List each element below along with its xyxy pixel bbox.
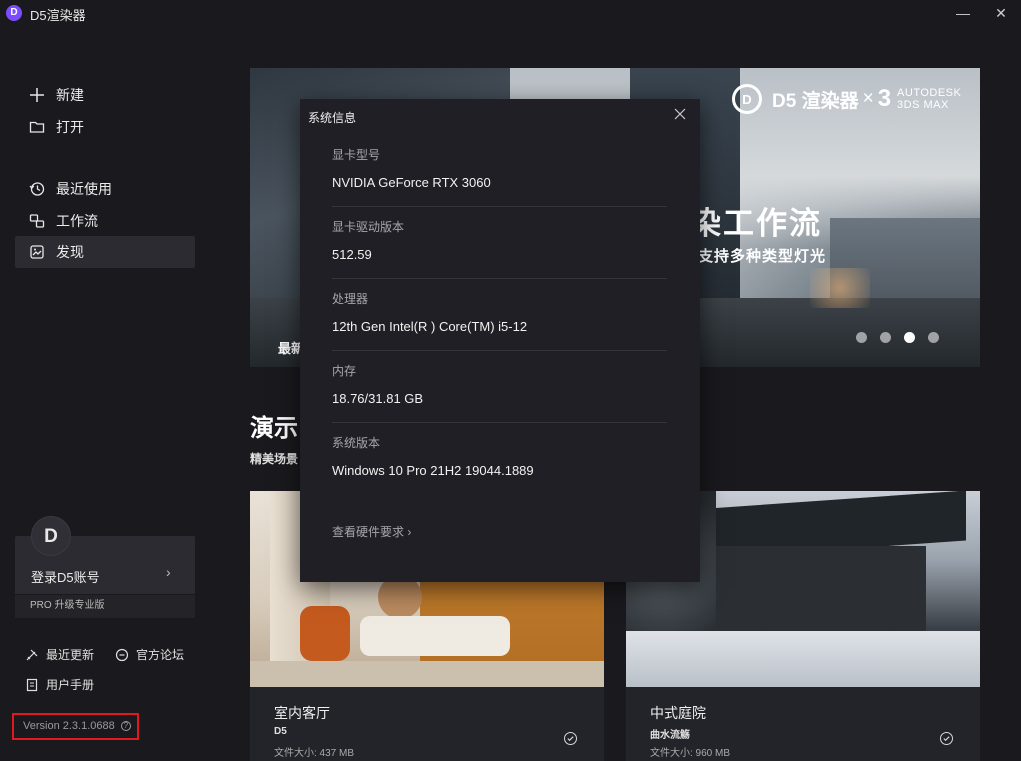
discover-icon	[28, 243, 46, 261]
sidebar-item-label: 打开	[56, 119, 84, 135]
card-title: 室内客厅	[274, 705, 330, 721]
close-icon[interactable]	[673, 107, 687, 121]
sidebar-item-open[interactable]: 打开	[15, 111, 195, 143]
info-value: 18.76/31.81 GB	[332, 391, 424, 406]
carousel-dots	[856, 332, 952, 343]
recent-updates-link[interactable]: 最近更新	[25, 646, 94, 663]
version-label: Version 2.3.1.0688 ?	[12, 713, 139, 740]
brand-name: D5 渲染器	[772, 90, 859, 112]
workflow-icon	[28, 212, 46, 230]
section-subtitle: 精美场景	[250, 452, 299, 466]
avatar[interactable]: D	[31, 516, 71, 556]
system-info-dialog: 系统信息 显卡型号 NVIDIA GeForce RTX 3060 显卡驱动版本…	[300, 99, 700, 582]
brand-autodesk: AUTODESK 3DS MAX	[897, 87, 962, 111]
info-value: 512.59	[332, 247, 372, 262]
info-value: Windows 10 Pro 21H2 19044.1889	[332, 463, 534, 478]
close-window-button[interactable]: ✕	[992, 4, 1010, 22]
megaphone-icon	[25, 648, 39, 662]
brand-x: ×	[862, 88, 874, 109]
gpu-driver-row: 显卡驱动版本 512.59	[332, 218, 667, 262]
title-bar: D D5渲染器 — ✕	[0, 0, 1021, 26]
card-title: 中式庭院	[650, 705, 706, 721]
info-label: 显卡驱动版本	[332, 220, 405, 234]
info-value: 12th Gen Intel(R ) Core(TM) i5-12	[332, 319, 528, 334]
info-label: 内存	[332, 364, 357, 378]
section-title: 演示	[250, 415, 298, 442]
divider	[332, 278, 667, 279]
chevron-right-icon[interactable]: ›	[166, 564, 171, 580]
downloaded-check-icon	[564, 732, 577, 745]
memory-row: 内存 18.76/31.81 GB	[332, 362, 667, 406]
sidebar-item-label: 发现	[56, 244, 84, 260]
sidebar-item-new[interactable]: 新建	[15, 79, 195, 111]
info-label: 显卡型号	[332, 148, 381, 162]
card-author: D5	[274, 726, 287, 737]
info-label: 处理器	[332, 292, 369, 306]
carousel-dot-active[interactable]	[904, 332, 915, 343]
version-text: Version 2.3.1.0688	[23, 720, 115, 732]
carousel-dot[interactable]	[928, 332, 939, 343]
banner-subline: 支持多种类型灯光	[698, 248, 827, 265]
app-logo-icon: D	[6, 5, 22, 21]
book-icon	[25, 678, 39, 692]
login-label[interactable]: 登录D5账号	[31, 567, 100, 586]
divider	[332, 422, 667, 423]
app-title: D5渲染器	[30, 8, 86, 23]
banner-headline: 染工作流	[690, 206, 822, 241]
forum-label: 官方论坛	[136, 648, 185, 662]
hardware-requirements-link[interactable]: 查看硬件要求 ›	[332, 523, 411, 540]
forum-link[interactable]: 官方论坛	[115, 646, 184, 663]
sidebar-item-label: 工作流	[56, 213, 98, 229]
card-file-size: 文件大小: 960 MB	[650, 748, 731, 759]
dialog-title: 系统信息	[308, 111, 357, 125]
user-manual-link[interactable]: 用户手册	[25, 676, 94, 693]
sidebar-item-label: 最近使用	[56, 181, 112, 197]
user-manual-label: 用户手册	[46, 678, 95, 692]
carousel-dot[interactable]	[856, 332, 867, 343]
help-icon[interactable]: ?	[120, 721, 131, 732]
minimize-button[interactable]: —	[954, 4, 972, 22]
info-value: NVIDIA GeForce RTX 3060	[332, 175, 491, 190]
sidebar-item-workflow[interactable]: 工作流	[15, 205, 195, 237]
3dsmax-logo-icon: 3	[877, 85, 892, 112]
banner-brand: D D5 渲染器 × 3 AUTODESK 3DS MAX	[732, 84, 961, 114]
info-label: 系统版本	[332, 436, 381, 450]
upgrade-pro-button[interactable]: PRO 升级专业版	[15, 594, 195, 618]
downloaded-check-icon	[940, 732, 953, 745]
os-version-row: 系统版本 Windows 10 Pro 21H2 19044.1889	[332, 434, 667, 478]
chat-icon	[115, 648, 129, 662]
history-icon	[28, 180, 46, 198]
sidebar-item-recent[interactable]: 最近使用	[15, 173, 195, 205]
sidebar-item-discover[interactable]: 发现	[15, 236, 195, 268]
divider	[332, 206, 667, 207]
plus-icon	[28, 86, 46, 104]
folder-icon	[28, 118, 46, 136]
d5-logo-icon: D	[732, 84, 762, 114]
recent-updates-label: 最近更新	[46, 648, 95, 662]
carousel-dot[interactable]	[880, 332, 891, 343]
sidebar-item-label: 新建	[56, 87, 84, 103]
gpu-model-row: 显卡型号 NVIDIA GeForce RTX 3060	[332, 146, 667, 190]
card-file-size: 文件大小: 437 MB	[274, 748, 355, 759]
card-author: 曲水流觞	[650, 730, 690, 741]
cpu-row: 处理器 12th Gen Intel(R ) Core(TM) i5-12	[332, 290, 667, 334]
divider	[332, 350, 667, 351]
